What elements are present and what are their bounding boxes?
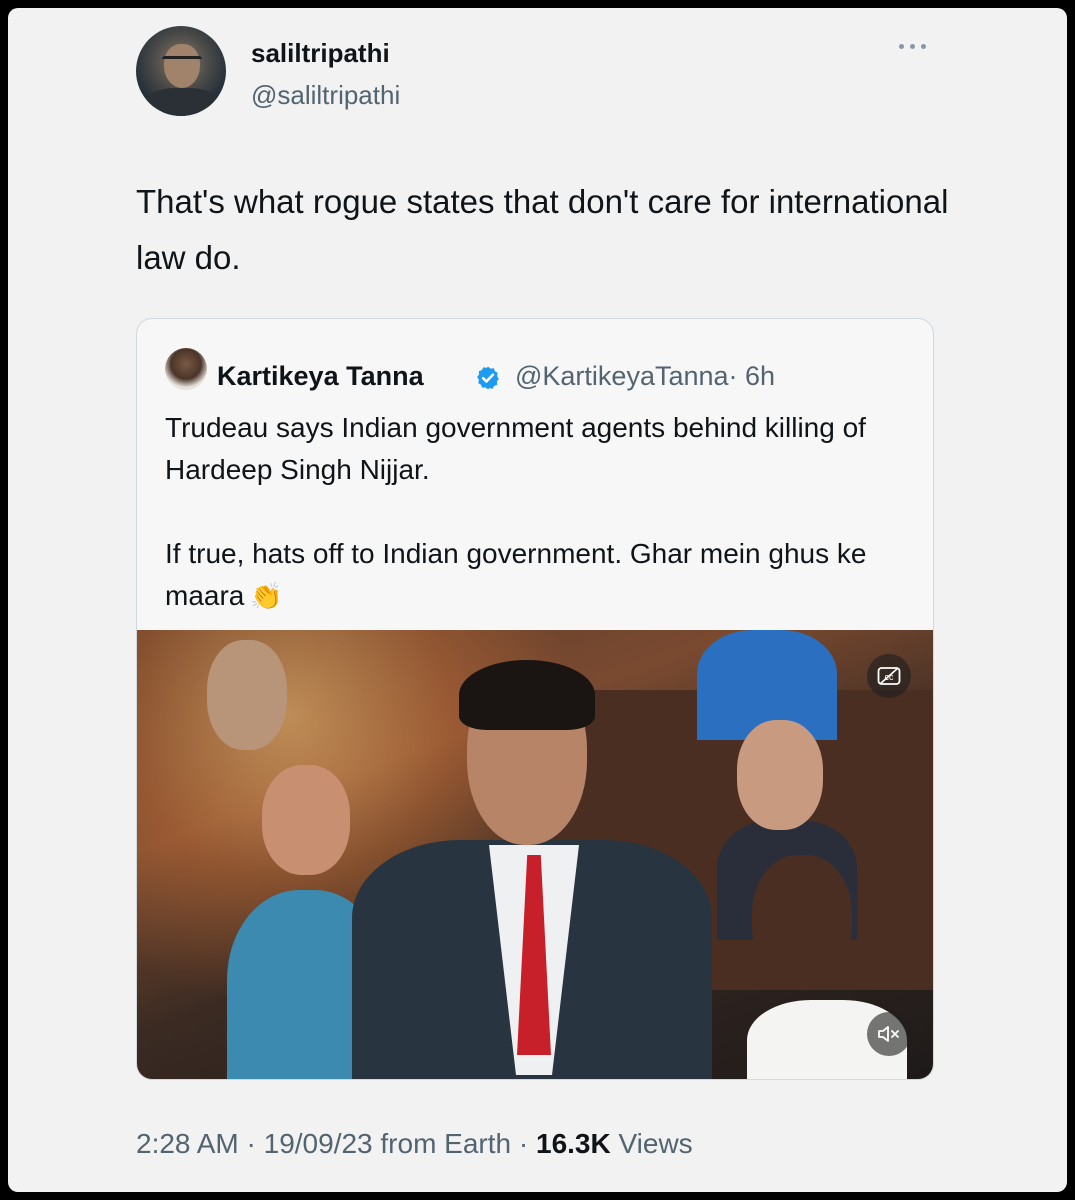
- quoted-text-paragraph-1: Trudeau says Indian government agents be…: [165, 412, 866, 485]
- avatar-shirt: [144, 88, 220, 116]
- tweet-card: saliltripathi @saliltripathi That's what…: [8, 8, 1067, 1192]
- avatar-glasses: [162, 56, 202, 69]
- tweet-date[interactable]: 19/09/23: [264, 1128, 373, 1159]
- quoted-tweet-text: Trudeau says Indian government agents be…: [165, 407, 905, 617]
- tweet-text: That's what rogue states that don't care…: [136, 183, 949, 276]
- quoted-text-paragraph-2: If true, hats off to Indian government. …: [165, 533, 905, 617]
- quoted-author-avatar[interactable]: [165, 348, 207, 390]
- meta-separator: ·: [238, 1128, 264, 1159]
- tweet-time[interactable]: 2:28 AM: [136, 1128, 239, 1159]
- video-person-gray-head: [737, 720, 823, 830]
- muted-speaker-icon[interactable]: [867, 1012, 911, 1056]
- video-person-background-head: [207, 640, 287, 750]
- closed-captions-icon[interactable]: cc: [867, 654, 911, 698]
- tweet-source: from Earth: [372, 1128, 512, 1159]
- quoted-video[interactable]: cc: [137, 630, 933, 1079]
- author-handle[interactable]: @saliltripathi: [251, 80, 400, 111]
- more-dot: [898, 43, 904, 49]
- more-dot: [920, 43, 926, 49]
- meta-separator: ·: [511, 1128, 536, 1159]
- quoted-author-display-name[interactable]: Kartikeya Tanna: [217, 361, 424, 392]
- more-dot: [909, 43, 915, 49]
- muted-speaker-glyph: [878, 1026, 899, 1042]
- verified-badge-icon: [477, 366, 499, 390]
- closed-captions-glyph: cc: [877, 667, 901, 685]
- quoted-time: · 6h: [728, 361, 776, 391]
- author-display-name[interactable]: saliltripathi: [251, 38, 390, 69]
- video-person-left-head: [262, 765, 350, 875]
- views-label: Views: [610, 1128, 693, 1159]
- quoted-handle-text: @KartikeyaTanna: [515, 361, 729, 391]
- more-horizontal-icon[interactable]: [888, 32, 936, 60]
- video-person-right-head: [752, 855, 852, 985]
- tweet-meta: 2:28 AM · 19/09/23 from Earth · 16.3K Vi…: [136, 1128, 693, 1160]
- quoted-author-handle[interactable]: @KartikeyaTanna· 6h: [515, 361, 775, 392]
- clapping-hands-icon: 👏: [250, 581, 283, 611]
- views-count[interactable]: 16.3K: [536, 1128, 611, 1159]
- author-avatar[interactable]: [136, 26, 226, 116]
- video-speaker-hair: [459, 660, 595, 730]
- quoted-tweet[interactable]: Kartikeya Tanna @KartikeyaTanna· 6h Trud…: [136, 318, 934, 1080]
